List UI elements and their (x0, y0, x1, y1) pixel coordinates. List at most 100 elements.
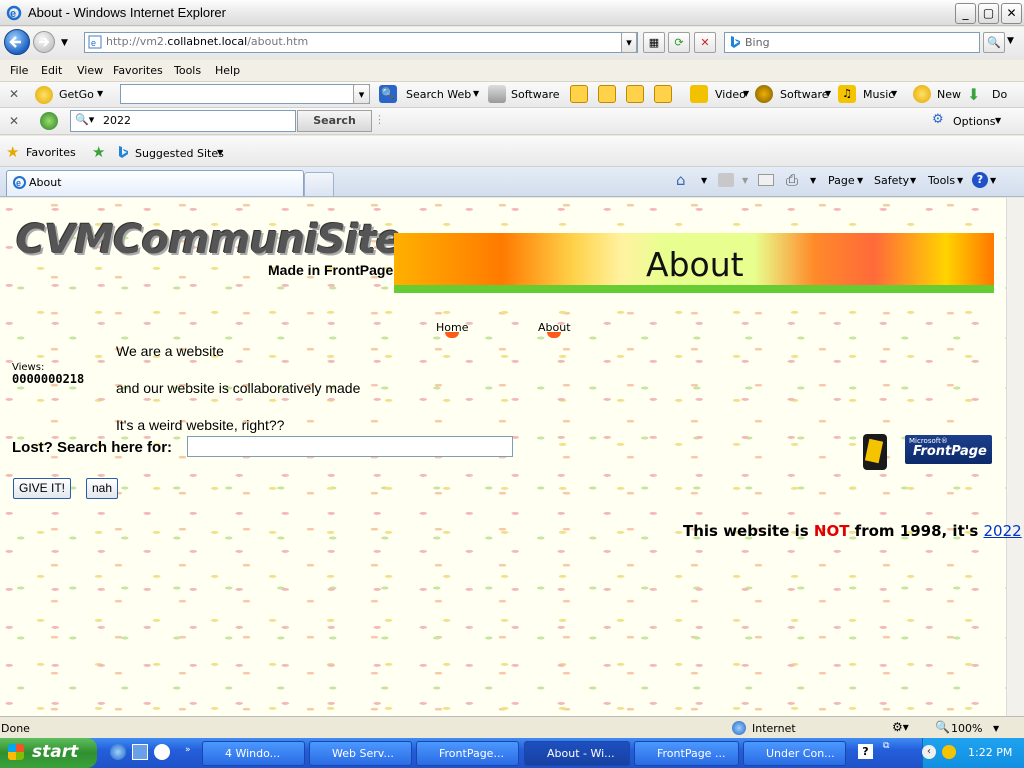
menu-help[interactable]: Help (215, 64, 240, 77)
close-toolbar-icon[interactable]: ✕ (9, 87, 19, 101)
tools-menu-dropdown[interactable]: ▼ (957, 176, 963, 185)
protected-mode-icon[interactable]: ⚙▾ (892, 720, 909, 734)
options-button[interactable]: Options (953, 115, 995, 128)
tab-page-icon: e (13, 176, 26, 189)
software-menu-button[interactable]: Software (780, 88, 829, 101)
clock[interactable]: 1:22 PM (968, 746, 1012, 759)
tools-menu[interactable]: Tools (928, 174, 955, 187)
print-icon[interactable]: ⎙ (786, 171, 798, 189)
menu-view[interactable]: View (77, 64, 103, 77)
suggested-sites-dropdown[interactable]: ▼ (217, 148, 223, 157)
quicklaunch-ie-icon[interactable] (110, 744, 126, 760)
zoom-level[interactable]: 100% (951, 722, 982, 735)
footer-text-1: This website is (683, 522, 814, 540)
search-go-icon[interactable]: 🔍 (983, 32, 1005, 53)
toolbar-search-button[interactable]: Search (297, 110, 372, 132)
music-button[interactable]: Music (863, 88, 894, 101)
home-icon[interactable]: ⌂ (676, 171, 686, 189)
favorites-button[interactable]: Favorites (26, 146, 76, 159)
home-dropdown[interactable]: ▼ (701, 176, 707, 185)
feeds-dropdown[interactable]: ▼ (742, 176, 748, 185)
print-dropdown[interactable]: ▼ (810, 176, 816, 185)
search-web-icon: 🔍 (379, 85, 397, 103)
zoom-dropdown[interactable]: ▼ (993, 724, 999, 733)
language-bar-options-icon[interactable]: ⧉ (883, 741, 889, 751)
taskbar-item-under-construction[interactable]: Under Con... (743, 741, 846, 766)
quicklaunch-desktop-icon[interactable] (132, 744, 148, 760)
music-dropdown[interactable]: ▼ (891, 89, 897, 98)
maximize-button[interactable]: ▢ (978, 3, 999, 24)
video-button[interactable]: Video (715, 88, 746, 101)
getgo-dropdown[interactable]: ▼ (97, 89, 103, 98)
taskbar-item-web-server[interactable]: Web Serv... (309, 741, 412, 766)
status-text: Done (1, 722, 30, 735)
magnifier-dropdown-icon[interactable]: 🔍▾ (75, 113, 94, 126)
recent-pages-dropdown[interactable]: ▼ (61, 38, 68, 48)
globe-logo-icon (40, 112, 58, 130)
getgo-search-dropdown[interactable]: ▾ (353, 84, 370, 104)
back-button[interactable] (4, 29, 30, 55)
taskbar-item-frontpage-2[interactable]: FrontPage ... (634, 741, 739, 766)
help-dropdown[interactable]: ▼ (990, 176, 996, 185)
software-menu-dropdown[interactable]: ▼ (825, 89, 831, 98)
address-dropdown[interactable]: ▾ (621, 32, 637, 53)
menu-favorites[interactable]: Favorites (113, 64, 163, 77)
page-menu-dropdown[interactable]: ▼ (857, 176, 863, 185)
new-button[interactable]: New (937, 88, 961, 101)
search-web-button[interactable]: Search Web (406, 88, 471, 101)
reset-button[interactable]: nah (86, 478, 119, 499)
getgo-search-input[interactable] (120, 84, 370, 104)
add-favorite-icon[interactable]: ★ (92, 143, 105, 161)
views-counter: 0000000218 (12, 372, 85, 386)
footer-year-link[interactable]: 2022 (983, 522, 1021, 540)
body-line-1: We are a website (116, 343, 224, 359)
menu-tools[interactable]: Tools (174, 64, 201, 77)
stop-icon[interactable]: ✕ (694, 32, 716, 53)
toolbar-search-query: 2022 (103, 114, 131, 127)
software-button[interactable]: Software (511, 88, 560, 101)
taskbar-item-explorer[interactable]: 4 Windo... (202, 741, 305, 766)
minimize-button[interactable]: _ (955, 3, 976, 24)
tray-expand-icon[interactable]: ‹ (922, 745, 936, 759)
search-web-dropdown[interactable]: ▼ (473, 89, 479, 98)
safety-menu[interactable]: Safety (874, 174, 909, 187)
page-menu[interactable]: Page (828, 174, 855, 187)
options-dropdown[interactable]: ▼ (995, 116, 1001, 125)
video-dropdown[interactable]: ▼ (743, 89, 749, 98)
quicklaunch-expand-icon[interactable]: » (185, 745, 191, 755)
forward-button[interactable] (33, 31, 55, 53)
feeds-icon[interactable] (718, 173, 734, 187)
mail-icon[interactable] (758, 174, 774, 186)
safety-menu-dropdown[interactable]: ▼ (910, 176, 916, 185)
tray-app-icon[interactable] (942, 745, 956, 759)
start-button[interactable]: start (0, 738, 97, 768)
language-bar-icon[interactable]: ? (858, 744, 873, 759)
toolbar-resize-handle[interactable]: ⋮ (374, 113, 385, 126)
close-button[interactable]: ✕ (1001, 3, 1022, 24)
search-options-dropdown[interactable]: ▼ (1007, 36, 1014, 46)
close-search-toolbar-icon[interactable]: ✕ (9, 114, 19, 128)
taskbar-item-frontpage-1[interactable]: FrontPage... (416, 741, 519, 766)
compatibility-view-icon[interactable]: ▦ (643, 32, 665, 53)
scrollbar[interactable] (1006, 198, 1024, 716)
person-icon[interactable] (654, 85, 672, 103)
body-line-3: It's a weird website, right?? (116, 417, 285, 433)
tv-icon (690, 85, 708, 103)
site-logo: CVMCommuniSite (16, 217, 403, 263)
site-search-input[interactable] (187, 436, 513, 457)
taskbar-item-about[interactable]: About - Wi... (524, 741, 630, 766)
rss-icon[interactable] (570, 85, 588, 103)
refresh-icon[interactable]: ⟳ (668, 32, 690, 53)
menu-file[interactable]: File (10, 64, 28, 77)
globe-icon[interactable] (626, 85, 644, 103)
video-camera-icon[interactable] (598, 85, 616, 103)
submit-button[interactable]: GIVE IT! (13, 478, 72, 499)
getgo-button[interactable]: GetGo (59, 88, 94, 101)
menu-edit[interactable]: Edit (41, 64, 62, 77)
suggested-sites-button[interactable]: Suggested Sites (135, 147, 224, 160)
do-button[interactable]: Do (992, 88, 1007, 101)
quicklaunch-media-icon[interactable] (154, 744, 170, 760)
help-icon[interactable]: ? (972, 172, 988, 188)
new-tab-button[interactable] (304, 172, 334, 196)
svg-text:e: e (16, 178, 21, 188)
